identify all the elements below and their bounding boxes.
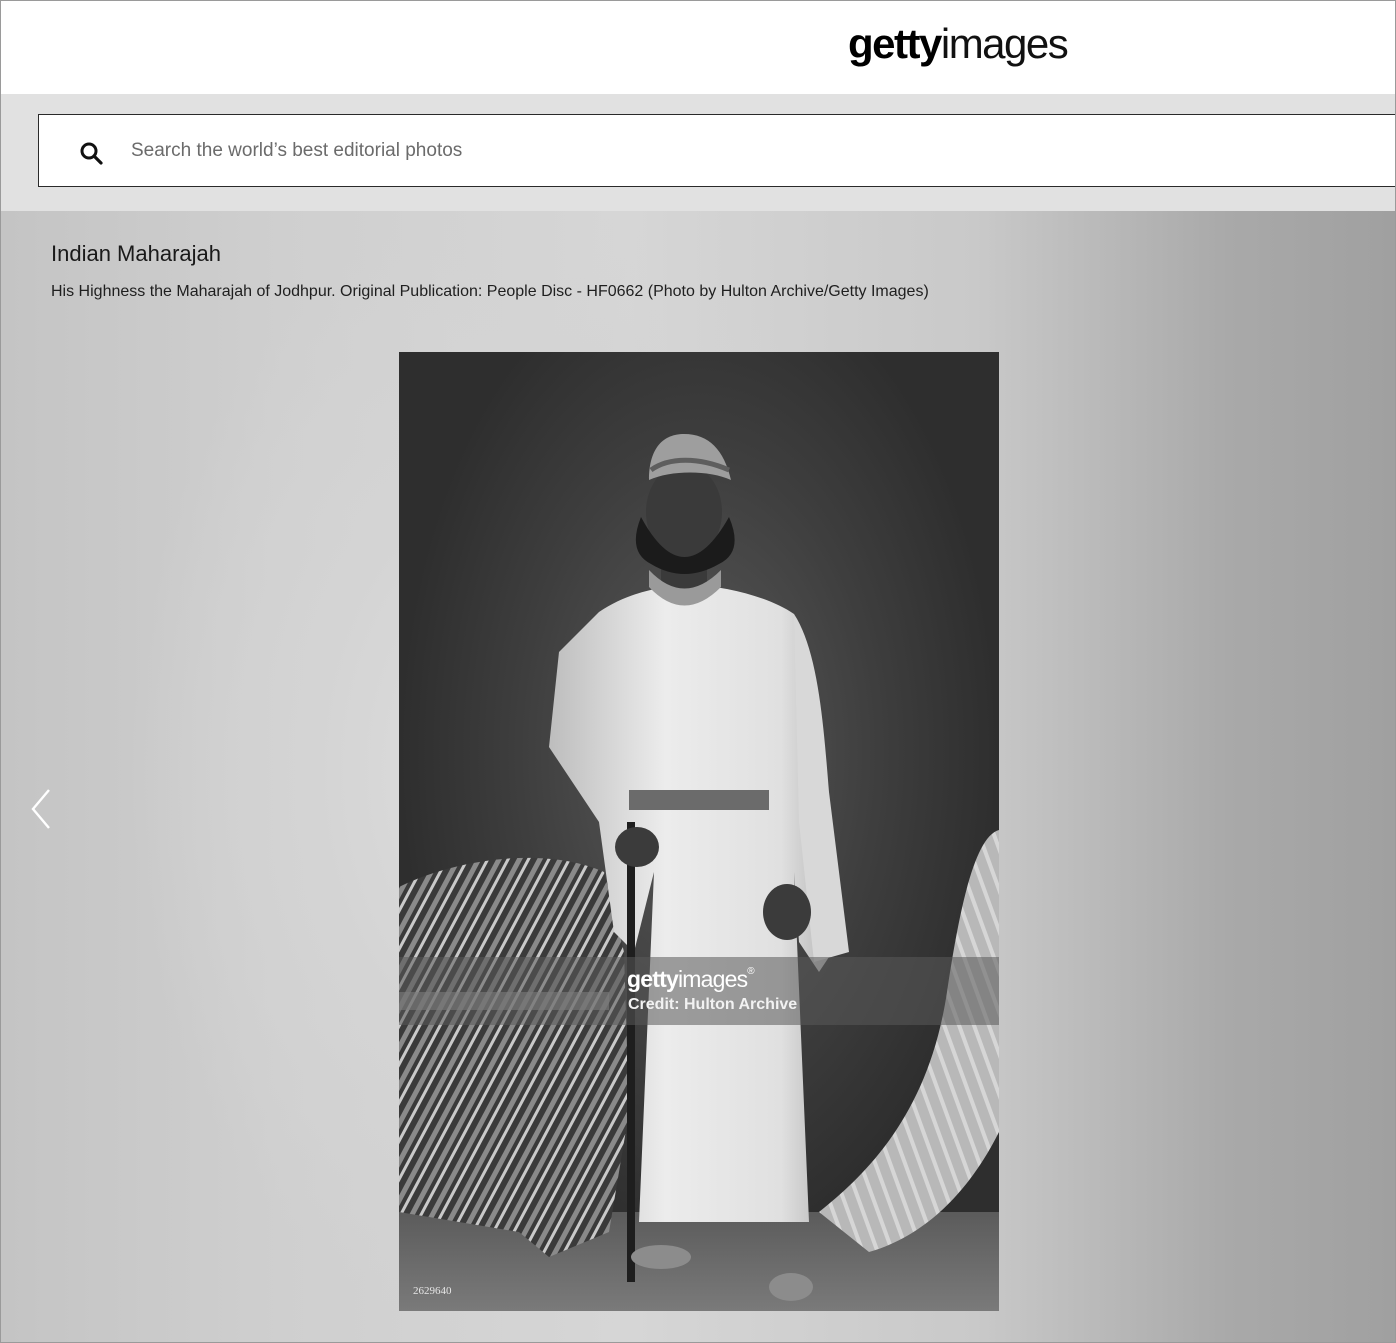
image-title: Indian Maharajah xyxy=(51,241,222,266)
logo-bold-text: getty xyxy=(848,20,942,67)
search-icon[interactable] xyxy=(79,141,103,165)
page-frame: gettyimages Indian Maharajah His Highnes… xyxy=(0,0,1396,1343)
search-band xyxy=(1,94,1395,211)
gettyimages-logo[interactable]: gettyimages xyxy=(848,19,1069,69)
image-caption: His Highness the Maharajah of Jodhpur. O… xyxy=(51,283,929,300)
search-input[interactable] xyxy=(131,129,1031,173)
site-header: gettyimages xyxy=(1,1,1395,94)
watermark-logo-light: images xyxy=(677,966,748,992)
search-bar[interactable] xyxy=(38,114,1395,187)
watermark-credit: Credit: Hulton Archive xyxy=(628,996,798,1013)
watermark-logo-bold: getty xyxy=(627,966,679,992)
watermark-logo: gettyimages® xyxy=(627,966,755,993)
watermark-registered-mark: ® xyxy=(747,966,754,977)
image-detail-area: Indian Maharajah His Highness the Mahara… xyxy=(1,211,1395,1342)
maharajah-photo[interactable]: gettyimages® Credit: Hulton Archive 2629… xyxy=(399,352,999,1311)
logo-light-text: images xyxy=(940,20,1069,67)
photo-illustration xyxy=(399,434,999,1311)
chevron-left-icon[interactable] xyxy=(27,786,57,832)
image-id: 2629640 xyxy=(413,1285,452,1297)
